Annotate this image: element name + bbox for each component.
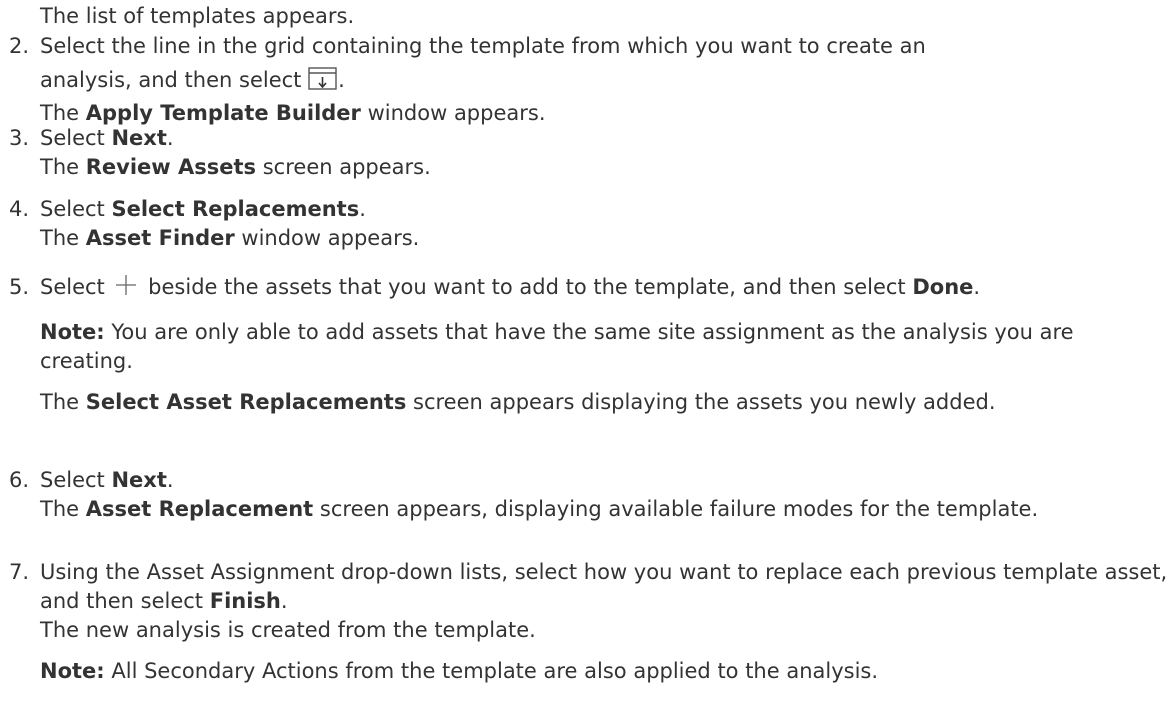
screen-name: Review Assets <box>85 155 257 179</box>
note: Note: You are only able to add assets th… <box>40 318 1170 376</box>
screen-name: Select Asset Replacements <box>85 390 407 414</box>
note-text: You are only able to add assets that hav… <box>40 320 1074 373</box>
note-label: Note: <box>40 659 105 683</box>
step-number: 6. <box>9 468 30 492</box>
step-text: Select the line in the grid containing t… <box>40 34 926 58</box>
step-number: 5. <box>9 275 30 299</box>
window-name: Apply Template Builder <box>85 101 361 125</box>
note-text: All Secondary Actions from the template … <box>111 659 879 683</box>
step-number: 4. <box>9 197 30 221</box>
result-text: The new analysis is created from the tem… <box>40 618 536 642</box>
apply-template-icon <box>308 65 338 99</box>
button-name: Finish <box>209 589 281 613</box>
note: Note: All Secondary Actions from the tem… <box>40 657 1170 686</box>
note-label: Note: <box>40 320 105 344</box>
step-text: analysis, and then select <box>40 68 302 92</box>
screen-name: Asset Replacement <box>85 497 314 521</box>
window-name: Asset Finder <box>85 226 235 250</box>
button-name: Done <box>912 275 974 299</box>
button-name: Select Replacements <box>111 197 360 221</box>
button-name: Next <box>111 126 167 150</box>
intro-text: The list of templates appears. <box>40 4 355 28</box>
plus-icon <box>115 272 137 306</box>
step-number: 7. <box>9 560 30 584</box>
step-number: 2. <box>9 34 30 58</box>
button-name: Next <box>111 468 167 492</box>
step-number: 3. <box>9 126 30 150</box>
